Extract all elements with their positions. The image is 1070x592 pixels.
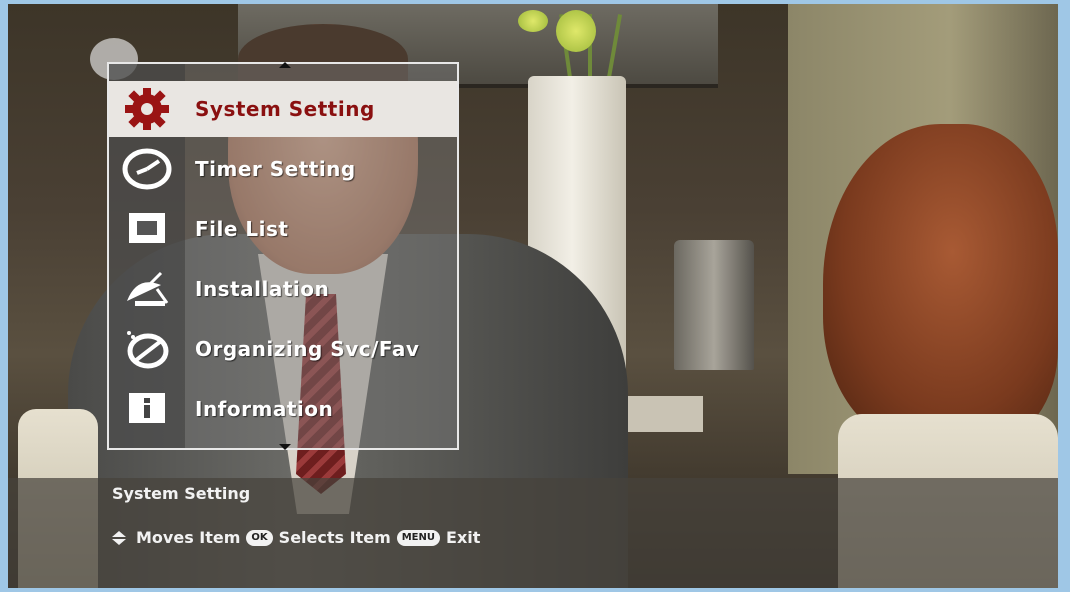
menu-item-system-setting[interactable]: System Setting (109, 81, 457, 137)
menu-item-label: Timer Setting (195, 157, 356, 181)
organize-icon (109, 321, 185, 377)
tv-screen: System Setting Timer Setting File List I… (8, 4, 1058, 588)
satellite-dish-icon (109, 261, 185, 317)
scroll-up-icon[interactable] (279, 62, 291, 68)
menu-item-label: Information (195, 397, 334, 421)
info-icon (109, 381, 185, 437)
help-selects: Selects Item (278, 528, 391, 547)
info-title: System Setting (112, 484, 251, 503)
help-exit: Exit (446, 528, 481, 547)
up-down-arrows-icon (112, 530, 126, 545)
menu-item-installation[interactable]: Installation (109, 261, 457, 317)
menu-item-information[interactable]: Information (109, 381, 457, 437)
menu-item-label: Installation (195, 277, 330, 301)
menu-item-timer-setting[interactable]: Timer Setting (109, 141, 457, 197)
menu-item-label: System Setting (195, 97, 375, 121)
ok-key-icon: OK (246, 529, 273, 546)
scroll-down-icon[interactable] (279, 444, 291, 450)
woman-figure (823, 124, 1058, 444)
help-moves: Moves Item (136, 528, 241, 547)
menu-item-organizing[interactable]: Organizing Svc/Fav (109, 321, 457, 377)
kettle (674, 240, 754, 370)
gear-icon (109, 81, 185, 137)
main-menu: System Setting Timer Setting File List I… (107, 62, 459, 450)
menu-key-icon: MENU (396, 529, 441, 546)
menu-item-file-list[interactable]: File List (109, 201, 457, 257)
clock-icon (109, 141, 185, 197)
help-line: Moves Item OK Selects Item MENU Exit (112, 528, 480, 547)
menu-item-label: File List (195, 217, 289, 241)
file-list-icon (109, 201, 185, 257)
menu-item-label: Organizing Svc/Fav (195, 337, 420, 361)
